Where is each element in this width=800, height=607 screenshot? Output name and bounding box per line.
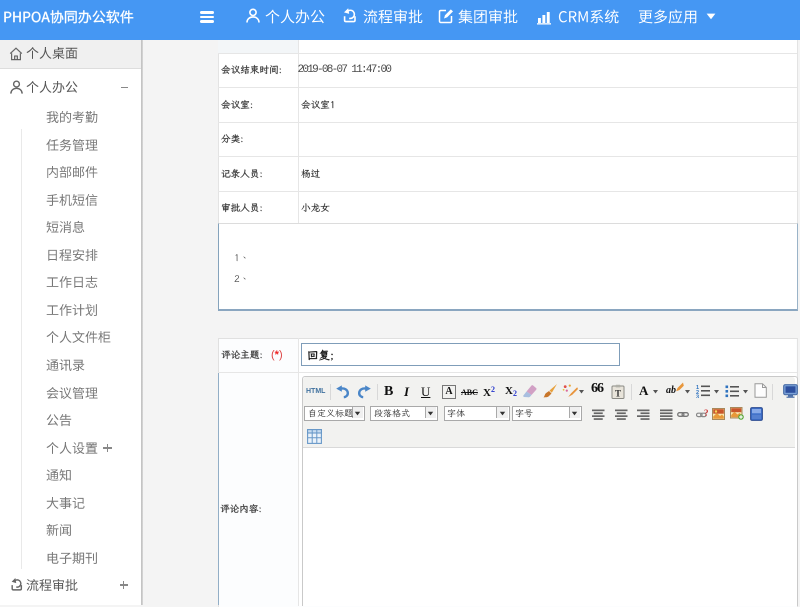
svg-text:?: ? [704, 408, 709, 418]
svg-text:3: 3 [696, 395, 699, 399]
svg-text:T: T [615, 388, 621, 398]
